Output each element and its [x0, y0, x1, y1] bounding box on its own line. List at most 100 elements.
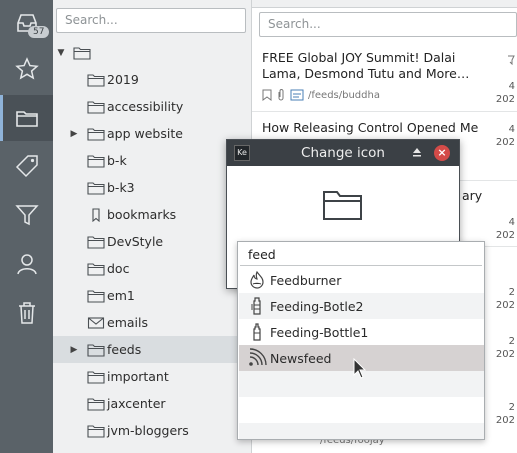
- expand-arrow-icon[interactable]: ▶: [69, 129, 79, 139]
- html-icon: [290, 89, 304, 101]
- accounts-button[interactable]: [0, 241, 53, 287]
- icon-option-label: Newsfeed: [270, 350, 332, 366]
- baby-bottle-icon: [253, 323, 261, 341]
- shade-icon[interactable]: [411, 146, 423, 158]
- folder-item[interactable]: ▶ app website: [53, 120, 251, 147]
- rss-feed-icon: [249, 348, 267, 366]
- folder-label: em1: [107, 288, 135, 303]
- folder-label: jaxcenter: [107, 396, 166, 411]
- folder-label: b-k: [107, 153, 127, 168]
- folder-item[interactable]: em1: [53, 282, 251, 309]
- message-item[interactable]: FREE Global JOY Summit! Dalai Lama, Desm…: [252, 42, 517, 112]
- folder-item[interactable]: doc: [53, 255, 251, 282]
- folder-icon: [87, 235, 105, 249]
- attachment-icon: [278, 89, 284, 101]
- unread-count-badge: 57: [28, 26, 50, 38]
- close-button[interactable]: ×: [434, 145, 450, 161]
- bookmark-icon: [87, 207, 105, 222]
- collapse-arrow-icon[interactable]: ▼: [56, 48, 66, 58]
- folder-label: b-k3: [107, 180, 135, 195]
- mouse-cursor-icon: [353, 358, 367, 379]
- icon-option-label: Feedburner: [270, 272, 342, 288]
- folder-label: feeds: [107, 342, 142, 357]
- folder-item[interactable]: b-k3: [53, 174, 251, 201]
- folder-label: DevStyle: [107, 234, 164, 249]
- folder-item[interactable]: important: [53, 363, 251, 390]
- icon-option-label: Feeding-Botle2: [270, 298, 364, 314]
- empty-row: [239, 423, 484, 439]
- filter-icon: [14, 205, 39, 226]
- folder-label: accessibility: [107, 99, 184, 114]
- envelope-icon: [87, 316, 105, 330]
- folder-item[interactable]: 2019: [53, 66, 251, 93]
- message-date: 2 202: [495, 402, 515, 426]
- icon-search-input[interactable]: feed: [240, 244, 482, 266]
- dialog-title: Change icon: [301, 145, 385, 161]
- folder-label: doc: [107, 261, 130, 276]
- message-title: ary: [462, 188, 483, 203]
- folder-icon: [87, 127, 105, 141]
- icon-rail: 57: [0, 0, 53, 453]
- folder-icon: [87, 424, 105, 438]
- folder-icon: [87, 100, 105, 114]
- message-meta: /feeds/buddha: [262, 89, 380, 101]
- message-toolbar: [252, 0, 517, 8]
- folder-label: bookmarks: [107, 207, 177, 222]
- folder-item[interactable]: DevStyle: [53, 228, 251, 255]
- folder-item[interactable]: ▶ feeds: [53, 336, 251, 363]
- filters-button[interactable]: [0, 192, 53, 238]
- folder-panel: Search... ▼ 2019 accessibility ▶ app website…: [53, 0, 252, 453]
- user-icon: [16, 254, 37, 275]
- folder-item[interactable]: emails: [53, 309, 251, 336]
- star-icon: [14, 57, 39, 80]
- message-date: 2 202: [495, 336, 515, 360]
- folder-label: emails: [107, 315, 148, 330]
- feeding-bottle-icon: [251, 297, 261, 315]
- icon-option-label: Feeding-Bottle1: [270, 324, 369, 340]
- folder-item[interactable]: jaxcenter: [53, 390, 251, 417]
- message-date: 4 202: [495, 217, 515, 241]
- empty-row: [239, 397, 484, 423]
- folder-icon: [87, 289, 105, 303]
- folder-label: jvm-bloggers: [107, 423, 189, 438]
- folder-item[interactable]: accessibility: [53, 93, 251, 120]
- folder-icon: [15, 111, 38, 127]
- icon-option-feedburner[interactable]: Feedburner: [239, 267, 484, 293]
- folder-icon: [87, 73, 105, 87]
- message-feed-path: /feeds/buddha: [308, 89, 380, 101]
- folder-item[interactable]: b-k: [53, 147, 251, 174]
- icon-search-dropdown: feed Feedburner Feeding-Botle2 Feeding-B…: [237, 241, 485, 440]
- message-date: 4 202: [495, 81, 515, 105]
- folder-icon: [87, 343, 105, 357]
- message-title: FREE Global JOY Summit! Dalai Lama, Desm…: [262, 50, 470, 81]
- icon-option-feeding-botle2[interactable]: Feeding-Botle2: [239, 293, 484, 319]
- folder-label: 2019: [107, 72, 139, 87]
- message-search-input[interactable]: Search...: [259, 12, 517, 37]
- icon-option-feeding-bottle1[interactable]: Feeding-Bottle1: [239, 319, 484, 345]
- tags-button[interactable]: [0, 143, 53, 189]
- folder-search-input[interactable]: Search...: [56, 8, 246, 33]
- folder-icon: [87, 181, 105, 195]
- folder-item[interactable]: jvm-bloggers: [53, 417, 251, 444]
- trash-button[interactable]: [0, 290, 53, 336]
- bookmark-icon: [262, 89, 272, 101]
- message-date: 4 202: [495, 124, 515, 148]
- folder-preview-icon: [323, 191, 362, 220]
- tag-icon: [15, 155, 38, 178]
- folder-icon: [73, 46, 91, 60]
- folder-icon: [87, 370, 105, 384]
- folder-item[interactable]: ▼: [53, 39, 251, 66]
- feedburner-icon: [250, 270, 264, 289]
- trash-icon: [18, 302, 35, 324]
- folder-label: important: [107, 369, 169, 384]
- folder-icon: [87, 262, 105, 276]
- inbox-button[interactable]: 57: [0, 0, 53, 46]
- folder-label: app website: [107, 126, 183, 141]
- folder-icon: [87, 154, 105, 168]
- dialog-titlebar[interactable]: Ke Change icon ×: [227, 140, 459, 166]
- folder-item[interactable]: bookmarks: [53, 201, 251, 228]
- expand-arrow-icon[interactable]: ▶: [69, 345, 79, 355]
- favorites-button[interactable]: [0, 46, 53, 92]
- folders-button[interactable]: [0, 95, 53, 141]
- pin-icon[interactable]: [507, 55, 515, 65]
